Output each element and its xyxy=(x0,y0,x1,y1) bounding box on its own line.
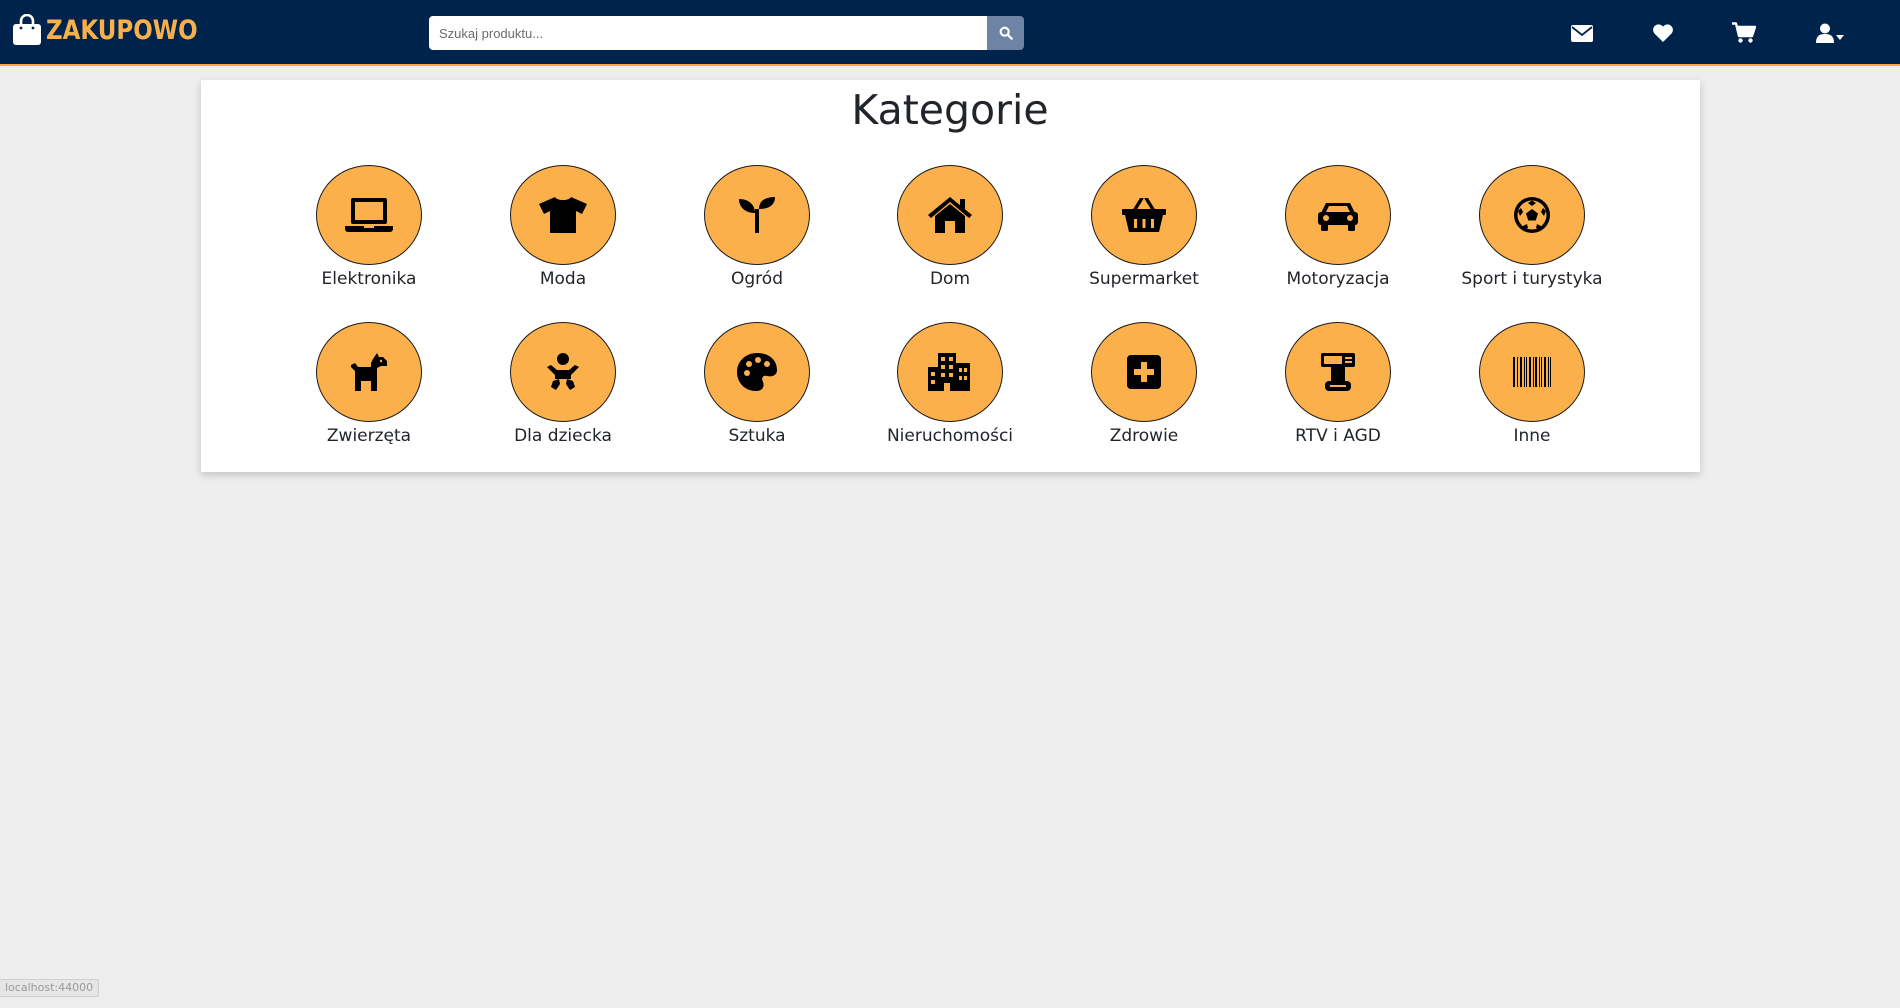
category-icon-circle xyxy=(704,165,810,265)
search-input[interactable] xyxy=(429,16,987,50)
search-bar xyxy=(429,16,1024,50)
home-icon xyxy=(928,197,972,233)
brand-name: ZAKUPOWO xyxy=(46,14,198,46)
category-icon-circle xyxy=(316,322,422,422)
page-title: Kategorie xyxy=(851,86,1049,134)
category-label: Sztuka xyxy=(728,426,786,446)
envelope-icon xyxy=(1571,24,1593,42)
category-label: Moda xyxy=(539,269,587,289)
category-nieruchomosci[interactable]: Nieruchomości xyxy=(860,322,1040,446)
category-label: Dla dziecka xyxy=(514,426,612,446)
category-label: Zwierzęta xyxy=(326,426,412,446)
appliance-icon xyxy=(1321,353,1355,391)
category-supermarket[interactable]: Supermarket xyxy=(1054,165,1234,289)
brand-logo[interactable]: ZAKUPOWO xyxy=(12,14,224,46)
car-icon xyxy=(1318,203,1358,231)
category-icon-circle xyxy=(704,322,810,422)
laptop-icon xyxy=(345,198,393,232)
category-icon-circle xyxy=(1479,165,1585,265)
category-icon-circle xyxy=(316,165,422,265)
category-label: Motoryzacja xyxy=(1286,269,1390,289)
category-dom[interactable]: Dom xyxy=(860,165,1040,289)
search-button[interactable] xyxy=(987,16,1024,50)
category-label: Nieruchomości xyxy=(886,426,1014,446)
account-menu-button[interactable] xyxy=(1813,20,1847,46)
search-icon xyxy=(999,26,1013,40)
heart-icon xyxy=(1653,24,1673,42)
category-label: Elektronika xyxy=(321,269,417,289)
category-ogrod[interactable]: Ogród xyxy=(667,165,847,289)
caret-down-icon xyxy=(1836,34,1844,40)
category-zdrowie[interactable]: Zdrowie xyxy=(1054,322,1234,446)
category-icon-circle xyxy=(1285,322,1391,422)
category-icon-circle xyxy=(1091,165,1197,265)
user-icon xyxy=(1816,23,1834,43)
building-icon xyxy=(928,353,970,391)
category-motoryzacja[interactable]: Motoryzacja xyxy=(1248,165,1428,289)
shopping-bag-icon xyxy=(13,14,41,45)
dog-icon xyxy=(351,353,387,391)
category-icon-circle xyxy=(897,322,1003,422)
cart-button[interactable] xyxy=(1730,20,1758,46)
cart-icon xyxy=(1732,22,1756,43)
category-label: Inne xyxy=(1513,426,1551,446)
category-moda[interactable]: Moda xyxy=(473,165,653,289)
basket-icon xyxy=(1122,198,1166,232)
category-label: Supermarket xyxy=(1089,269,1199,289)
favorites-button[interactable] xyxy=(1649,20,1677,46)
category-label: Dom xyxy=(929,269,971,289)
category-icon-circle xyxy=(897,165,1003,265)
category-label: Zdrowie xyxy=(1109,426,1179,446)
browser-status-url: localhost:44000 xyxy=(0,979,100,997)
category-icon-circle xyxy=(1091,322,1197,422)
category-icon-circle xyxy=(1285,165,1391,265)
category-zwierzeta[interactable]: Zwierzęta xyxy=(279,322,459,446)
barcode-icon xyxy=(1513,357,1551,387)
category-dla-dziecka[interactable]: Dla dziecka xyxy=(473,322,653,446)
category-icon-circle xyxy=(510,322,616,422)
tshirt-icon xyxy=(539,197,587,233)
category-label: Ogród xyxy=(731,269,783,289)
category-sztuka[interactable]: Sztuka xyxy=(667,322,847,446)
baby-icon xyxy=(547,353,579,390)
category-icon-circle xyxy=(1479,322,1585,422)
football-icon xyxy=(1514,197,1550,233)
palette-icon xyxy=(737,353,777,391)
category-rtv-i-agd[interactable]: RTV i AGD xyxy=(1248,322,1428,446)
top-navbar: ZAKUPOWO xyxy=(0,0,1900,66)
category-sport-i-turystyka[interactable]: Sport i turystyka xyxy=(1442,165,1622,289)
category-inne[interactable]: Inne xyxy=(1442,322,1622,446)
seedling-icon xyxy=(739,197,775,233)
category-elektronika[interactable]: Elektronika xyxy=(279,165,459,289)
messages-button[interactable] xyxy=(1568,20,1596,46)
category-label: RTV i AGD xyxy=(1295,426,1381,446)
medkit-icon xyxy=(1127,355,1161,389)
category-label: Sport i turystyka xyxy=(1461,269,1603,289)
category-icon-circle xyxy=(510,165,616,265)
